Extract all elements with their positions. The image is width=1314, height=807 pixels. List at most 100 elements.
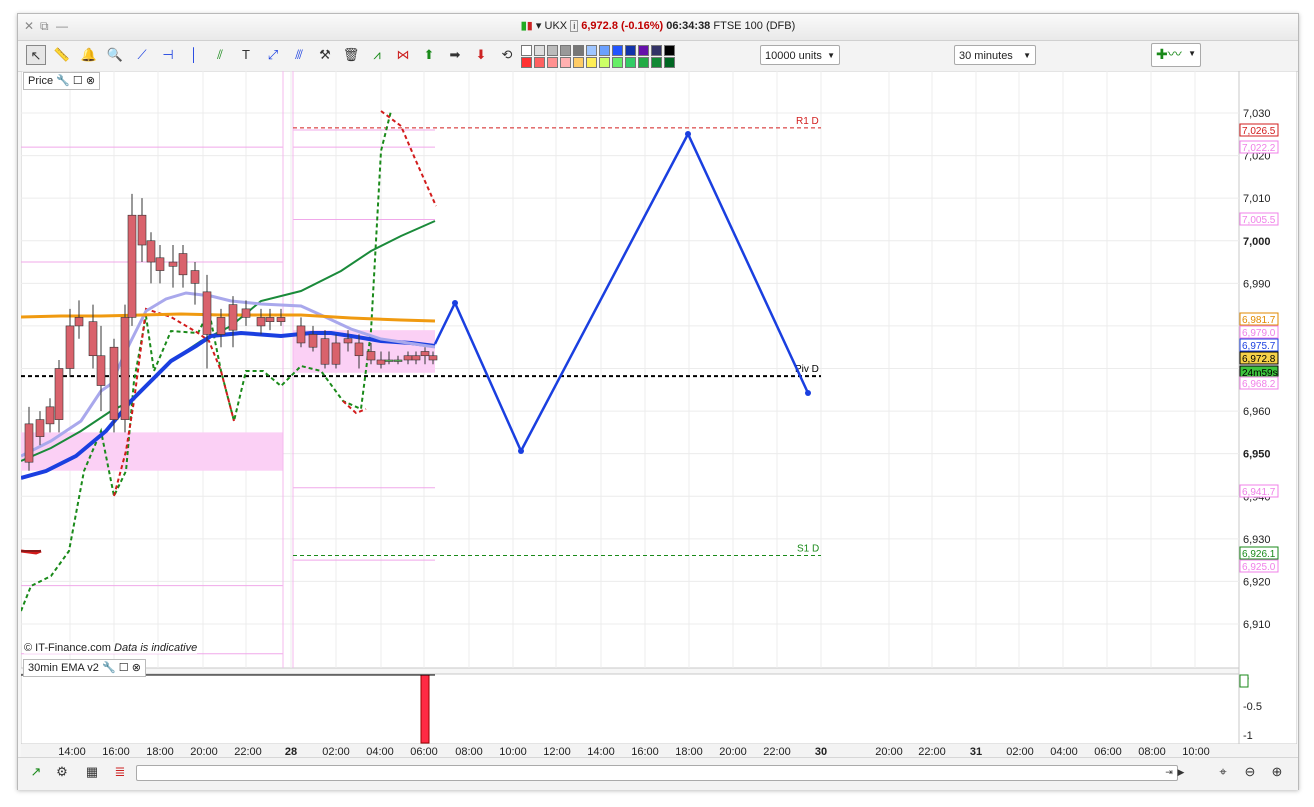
price-axis-tick: 6,920 — [1243, 576, 1271, 588]
zoom-fit-icon[interactable]: ⌖ — [1213, 762, 1233, 782]
scroll-right-icon[interactable]: ▶ — [1171, 762, 1191, 782]
instrument-dropdown-icon[interactable]: ▾ — [536, 20, 542, 32]
price-candle — [74, 317, 84, 327]
price-candle — [109, 346, 119, 420]
indicators-dropdown[interactable]: ✚〰 ▼ — [1151, 43, 1201, 67]
color-swatch[interactable] — [534, 57, 545, 68]
chart-export-icon[interactable]: ↗ — [26, 762, 46, 782]
price-candle — [228, 304, 238, 331]
time-axis-tick: 22:00 — [234, 746, 262, 757]
right-arrow-icon[interactable]: ➡ — [445, 45, 465, 65]
color-swatch[interactable] — [521, 45, 532, 56]
pointer-tool-icon[interactable]: ↖ — [26, 45, 46, 65]
interval-dropdown[interactable]: 30 minutes ▼ — [954, 45, 1036, 65]
time-axis-tick: 08:00 — [455, 746, 483, 757]
color-swatch[interactable] — [599, 57, 610, 68]
alert-bell-icon[interactable]: 🔔 — [79, 45, 99, 65]
zoom-out-icon[interactable]: ⊖ — [1240, 762, 1260, 782]
window-icon[interactable]: ☐ — [119, 662, 129, 674]
color-swatch[interactable] — [612, 45, 623, 56]
wave-tool-icon[interactable]: ⩘ — [367, 45, 387, 65]
price-tag: 6,925.0 — [1242, 562, 1276, 573]
sell-arrow-icon[interactable]: ⬇ — [471, 45, 491, 65]
vertical-line-icon[interactable]: │ — [184, 45, 204, 65]
indicator-settings-icon[interactable]: ⚙ — [52, 762, 72, 782]
price-tag: 6,941.7 — [1242, 487, 1276, 498]
color-swatch[interactable] — [547, 57, 558, 68]
gann-tool-icon[interactable]: ⋈ — [393, 45, 413, 65]
price-candle — [354, 342, 364, 357]
time-axis-tick: 06:00 — [1094, 746, 1122, 757]
color-swatch[interactable] — [586, 57, 597, 68]
trash-icon[interactable]: 🗑 — [341, 45, 361, 65]
order-ticket-icon[interactable]: ≣ — [110, 762, 130, 782]
buy-arrow-icon[interactable]: ⬆ — [419, 45, 439, 65]
price-tag: 6,972.8 — [1242, 354, 1276, 365]
time-axis-tick: 08:00 — [1138, 746, 1166, 757]
price-tag: 6,979.0 — [1242, 328, 1276, 339]
price-axis-tick: 7,000 — [1243, 236, 1271, 248]
time-axis-tick: 10:00 — [1182, 746, 1210, 757]
color-swatch[interactable] — [547, 45, 558, 56]
color-swatch[interactable] — [664, 45, 675, 56]
price-tag: 7,022.2 — [1242, 143, 1276, 154]
color-swatch[interactable] — [560, 45, 571, 56]
wrench-icon[interactable]: 🔧 — [56, 75, 70, 87]
price-axis-tick: 6,950 — [1243, 449, 1271, 461]
price-tag: 7,026.5 — [1242, 126, 1276, 137]
parallel-tool-icon[interactable]: ⫻ — [289, 45, 309, 65]
color-swatch[interactable] — [638, 57, 649, 68]
ema-axis-tick: -0.5 — [1243, 701, 1262, 713]
color-swatch[interactable] — [664, 57, 675, 68]
ruler-tool-icon[interactable]: 📏 — [52, 45, 72, 65]
cycle-tool-icon[interactable]: ⟲ — [497, 45, 517, 65]
color-swatch[interactable] — [651, 57, 662, 68]
color-swatch[interactable] — [573, 45, 584, 56]
clock-time: 06:34:38 — [666, 20, 711, 32]
zoom-tool-icon[interactable]: 🔍 — [105, 45, 125, 65]
fibonacci-icon[interactable]: ⤢ — [263, 45, 283, 65]
close-icon[interactable]: ⊗ — [132, 662, 141, 674]
color-swatch[interactable] — [625, 45, 636, 56]
color-swatch[interactable] — [560, 57, 571, 68]
info-icon[interactable]: i — [570, 20, 579, 32]
trendline-tool-icon[interactable]: ⟋ — [132, 45, 152, 65]
time-axis-tick: 12:00 — [543, 746, 571, 757]
color-swatch[interactable] — [573, 57, 584, 68]
color-swatch[interactable] — [612, 57, 623, 68]
color-swatch[interactable] — [625, 57, 636, 68]
price-candle — [265, 317, 275, 322]
color-swatch[interactable] — [599, 45, 610, 56]
indicative-text: Data is indicative — [114, 642, 198, 654]
horizontal-line-icon[interactable]: ⊣ — [158, 45, 178, 65]
ema-axis-tick: -1 — [1243, 730, 1253, 742]
channel-tool-icon[interactable]: ⫽ — [210, 45, 230, 65]
time-axis-tick: 20:00 — [875, 746, 903, 757]
close-icon[interactable]: ⊗ — [86, 75, 95, 87]
color-swatch[interactable] — [651, 45, 662, 56]
time-axis-tick: 02:00 — [1006, 746, 1034, 757]
time-axis-tick: 22:00 — [918, 746, 946, 757]
interval-value: 30 minutes — [959, 50, 1013, 62]
window-icon[interactable]: ☐ — [73, 75, 83, 87]
tools-icon[interactable]: ⚒ — [315, 45, 335, 65]
units-dropdown[interactable]: 10000 units ▼ — [760, 45, 840, 65]
wrench-icon[interactable]: 🔧 — [102, 662, 116, 674]
time-axis-tick: 14:00 — [587, 746, 615, 757]
instrument-name[interactable]: UKX — [545, 20, 568, 32]
color-swatch[interactable] — [586, 45, 597, 56]
price-axis-tick: 6,960 — [1243, 406, 1271, 418]
text-tool-icon[interactable]: T — [236, 45, 256, 65]
calculator-icon[interactable]: ▦ — [82, 762, 102, 782]
color-swatch[interactable] — [521, 57, 532, 68]
projection-arrow-point — [685, 131, 691, 137]
ema-panel-label: 30min EMA v2 🔧 ☐ ⊗ — [23, 659, 146, 677]
price-candle — [256, 317, 266, 327]
chevron-down-icon: ▼ — [827, 51, 835, 60]
chart-canvas[interactable]: R1 DPiv DS1 D7,0307,0207,0107,0006,9906,… — [21, 71, 1297, 757]
chart-scrollbar[interactable] — [136, 765, 1178, 781]
color-swatch[interactable] — [638, 45, 649, 56]
color-swatch[interactable] — [534, 45, 545, 56]
time-axis-tick: 02:00 — [322, 746, 350, 757]
zoom-in-icon[interactable]: ⊕ — [1267, 762, 1287, 782]
